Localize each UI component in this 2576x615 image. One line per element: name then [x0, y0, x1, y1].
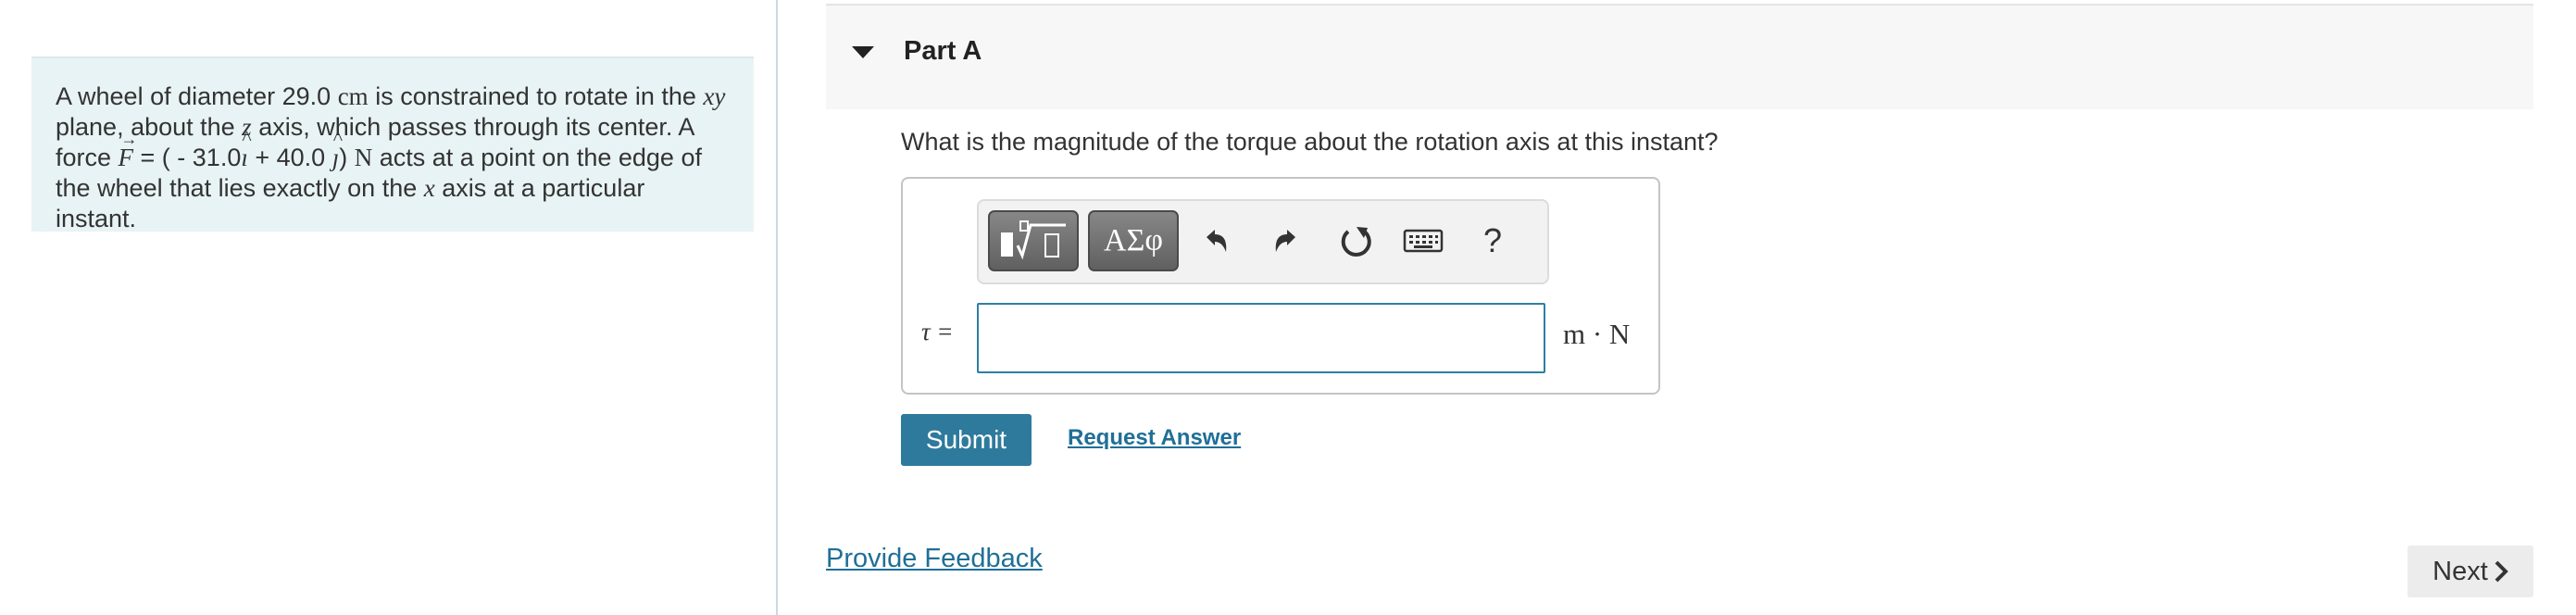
keyboard-button[interactable]: [1400, 216, 1446, 266]
chevron-right-icon: [2495, 560, 2508, 583]
j-hat-symbol: ȷ: [332, 122, 343, 173]
part-header[interactable]: Part A: [826, 4, 2533, 109]
force-vector-symbol: F: [119, 124, 137, 173]
submit-button[interactable]: Submit: [901, 414, 1032, 466]
undo-button[interactable]: [1194, 216, 1240, 266]
reset-icon: [1341, 227, 1371, 257]
provide-feedback-link[interactable]: Provide Feedback: [826, 544, 1043, 574]
problem-line-2: plane, about the z axis, which passes th…: [56, 113, 695, 141]
undo-icon: [1207, 230, 1227, 252]
units-label: m · N: [1563, 318, 1631, 350]
collapse-caret-icon[interactable]: [852, 46, 874, 58]
column-divider: [776, 0, 778, 615]
help-button[interactable]: ?: [1469, 216, 1516, 266]
reset-button[interactable]: [1332, 216, 1379, 266]
answer-input[interactable]: [977, 303, 1545, 373]
part-title: Part A: [904, 36, 982, 66]
templates-button[interactable]: [988, 210, 1079, 271]
keyboard-icon: [1403, 229, 1444, 253]
problem-line-3: force F = ( - 31.0ı + 40.0 ȷ) N acts at …: [56, 122, 730, 173]
help-label: ?: [1482, 221, 1503, 259]
problem-line-4: the wheel that lies exactly on the x axi…: [56, 174, 645, 232]
problem-statement: A wheel of diameter 29.0 cm is constrain…: [31, 56, 754, 232]
answer-box: ΑΣφ ? τ = m · N: [901, 177, 1660, 395]
symbols-button[interactable]: ΑΣφ: [1088, 210, 1179, 271]
torque-label: τ =: [921, 318, 954, 345]
question-text: What is the magnitude of the torque abou…: [901, 128, 1719, 156]
templates-icon: [1001, 220, 1066, 260]
math-toolbar: ΑΣφ ?: [977, 199, 1549, 284]
next-label: Next: [2432, 556, 2488, 586]
redo-button[interactable]: [1262, 216, 1308, 266]
symbols-label: ΑΣφ: [1104, 223, 1163, 257]
i-hat-symbol: ı: [241, 122, 251, 173]
request-answer-link[interactable]: Request Answer: [1068, 425, 1241, 451]
next-button[interactable]: Next: [2407, 546, 2533, 597]
redo-icon: [1275, 230, 1295, 252]
problem-line-1: A wheel of diameter 29.0 cm is constrain…: [56, 82, 726, 110]
